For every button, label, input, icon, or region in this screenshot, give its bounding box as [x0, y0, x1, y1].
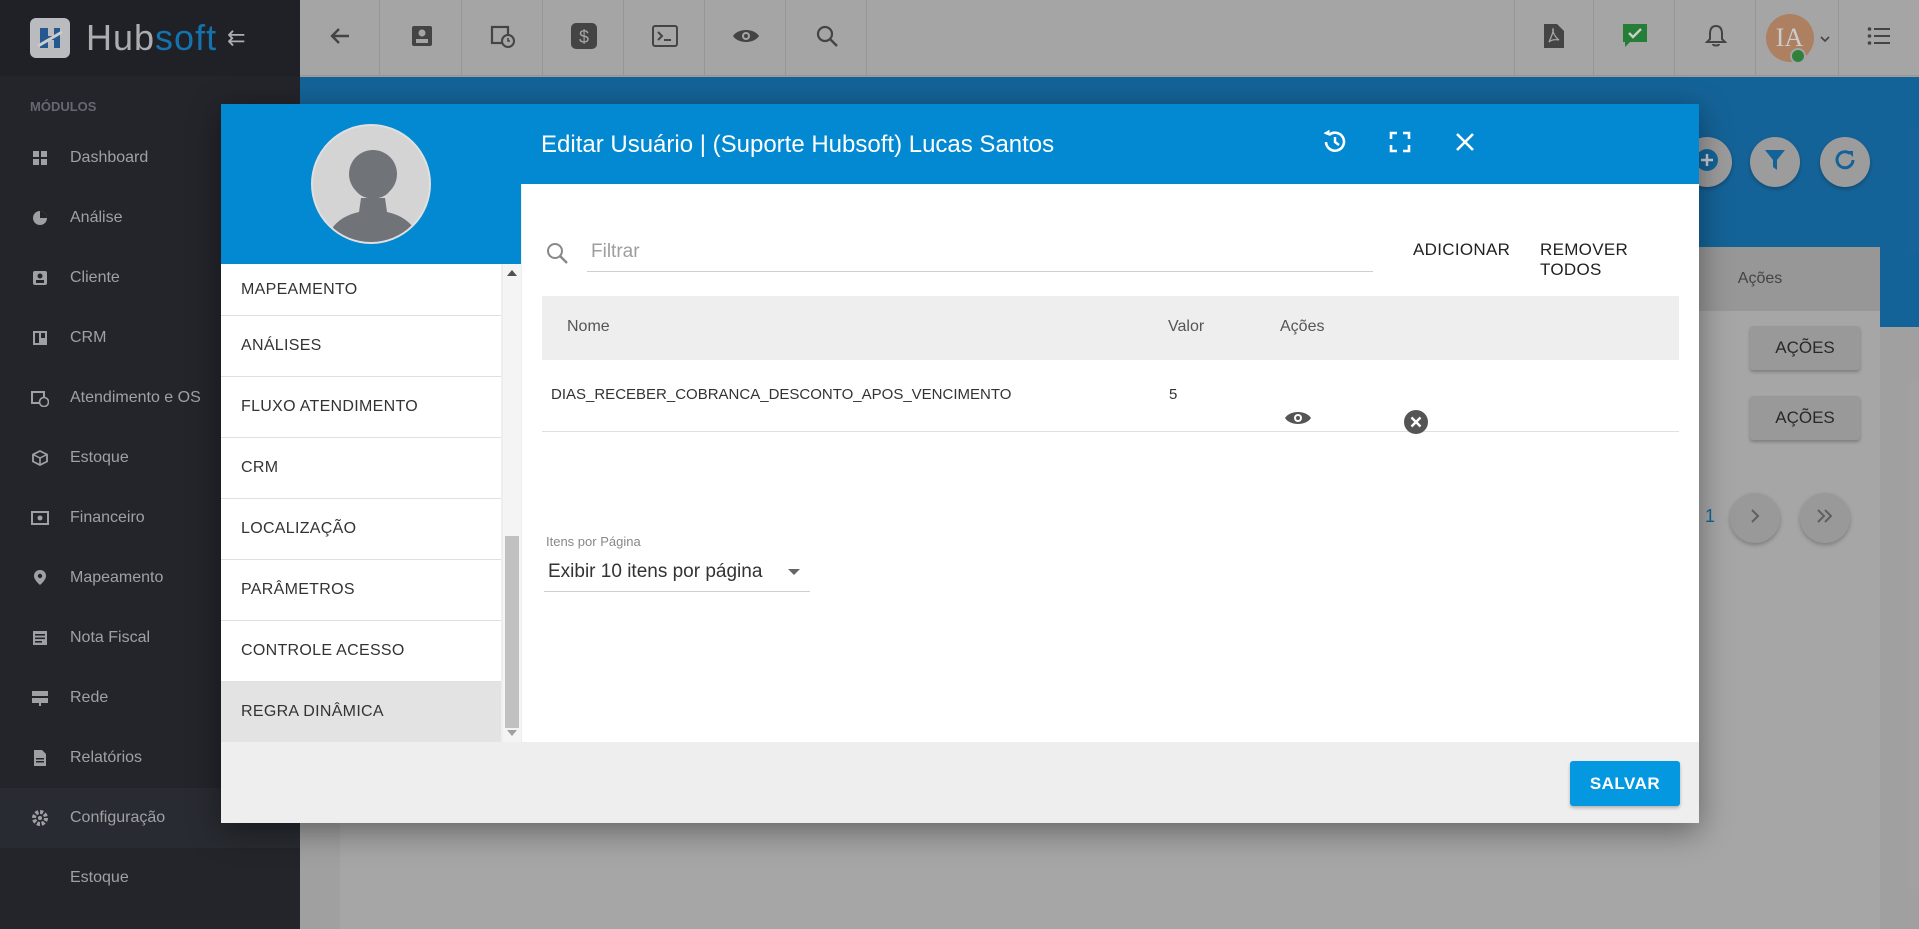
column-header-value[interactable]: Valor [1168, 318, 1204, 336]
menu-item-regra-dinamica[interactable]: REGRA DINÂMICA [221, 682, 501, 742]
modal-profile-header [221, 104, 521, 264]
user-avatar [311, 124, 431, 244]
modal-side-menu: MAPEAMENTO ANÁLISES FLUXO ATENDIMENTO CR… [221, 264, 501, 742]
column-header-actions: Ações [1280, 318, 1325, 335]
cell-name: DIAS_RECEBER_COBRANCA_DESCONTO_APOS_VENC… [551, 386, 1012, 403]
menu-item-parametros[interactable]: PARÂMETROS [221, 560, 501, 621]
modal-body: ADICIONAR REMOVER TODOS Nome Valor Ações… [522, 184, 1699, 742]
eye-icon [1284, 409, 1312, 431]
modal-title: Editar Usuário | (Suporte Hubsoft) Lucas… [541, 131, 1055, 158]
person-silhouette-icon [326, 150, 420, 242]
scroll-up-icon[interactable] [507, 270, 517, 276]
remove-row-button[interactable] [1402, 383, 1430, 434]
close-icon [1454, 131, 1476, 158]
menu-item-crm[interactable]: CRM [221, 438, 501, 499]
table-header: Nome Valor Ações [542, 296, 1679, 360]
menu-item-mapeamento[interactable]: MAPEAMENTO [221, 264, 501, 316]
filter-row: ADICIONAR REMOVER TODOS [542, 232, 1679, 279]
history-button[interactable] [1317, 126, 1353, 162]
fullscreen-button[interactable] [1382, 126, 1418, 162]
search-icon [546, 242, 568, 269]
save-button[interactable]: SALVAR [1570, 761, 1680, 806]
menu-item-analises[interactable]: ANÁLISES [221, 316, 501, 377]
fullscreen-icon [1389, 131, 1411, 158]
dropdown-caret-icon [788, 569, 800, 575]
history-icon [1321, 128, 1349, 161]
cancel-circle-icon [1403, 409, 1429, 439]
menu-item-controle-acesso[interactable]: CONTROLE ACESSO [221, 621, 501, 682]
cell-value: 5 [1169, 386, 1178, 403]
add-button[interactable]: ADICIONAR [1413, 240, 1510, 260]
items-per-page-value: Exibir 10 itens por página [548, 560, 763, 582]
items-per-page-label: Itens por Página [546, 534, 641, 549]
view-row-button[interactable] [1284, 383, 1312, 424]
edit-user-modal: Editar Usuário | (Suporte Hubsoft) Lucas… [221, 104, 1699, 823]
modal-header: Editar Usuário | (Suporte Hubsoft) Lucas… [521, 104, 1699, 184]
remove-all-button[interactable]: REMOVER TODOS [1540, 240, 1679, 280]
menu-item-localizacao[interactable]: LOCALIZAÇÃO [221, 499, 501, 560]
filter-input[interactable] [587, 232, 1373, 272]
scrollbar-thumb[interactable] [505, 536, 519, 728]
close-button[interactable] [1447, 126, 1483, 162]
items-per-page-select[interactable]: Exibir 10 itens por página [544, 552, 810, 592]
table-row: DIAS_RECEBER_COBRANCA_DESCONTO_APOS_VENC… [542, 360, 1679, 434]
menu-item-fluxo-atendimento[interactable]: FLUXO ATENDIMENTO [221, 377, 501, 438]
scroll-down-icon[interactable] [507, 730, 517, 736]
menu-scrollbar[interactable] [503, 264, 521, 742]
parameters-table: Nome Valor Ações DIAS_RECEBER_COBRANCA_D… [542, 296, 1679, 434]
column-header-name[interactable]: Nome [567, 318, 610, 336]
